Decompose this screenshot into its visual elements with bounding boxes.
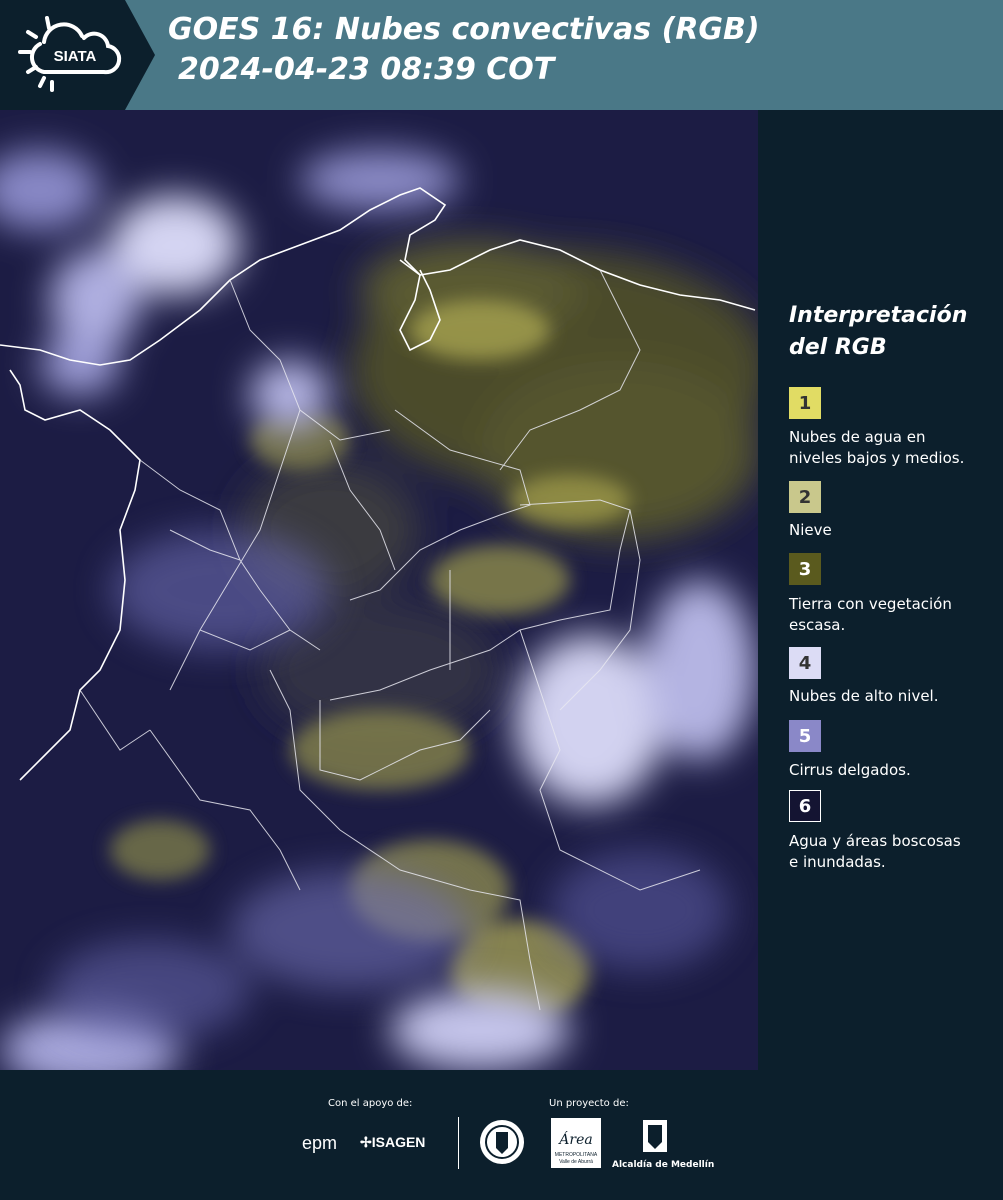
legend-label-1-line1: Nubes de agua en [789,428,926,446]
isagen-icon: ✢ [360,1134,372,1150]
legend-label-3: Tierra con vegetación escasa. [789,594,989,636]
legend-label-2: Nieve [789,520,989,541]
header-bar: SIATA GOES 16: Nubes convectivas (RGB) 2… [0,0,1003,110]
legend-swatch-5: 5 [789,720,821,752]
area-logo-word: Área [557,1130,592,1148]
legend-swatch-2: 2 [789,481,821,513]
legend-title-line1: Interpretación [789,303,968,328]
legend-swatch-4: 4 [789,647,821,679]
isagen-label: ISAGEN [371,1134,426,1150]
legend-label-3-line2: escasa. [789,616,846,634]
page-title: GOES 16: Nubes convectivas (RGB) [168,12,760,47]
legend-label-5: Cirrus delgados. [789,760,989,781]
footer-divider [458,1117,459,1169]
isagen-logo: ✢ISAGEN [360,1134,425,1151]
legend-label-3-line1: Tierra con vegetación [789,595,952,613]
legend-swatch-1: 1 [789,387,821,419]
legend-label-2-line1: Nieve [789,521,832,539]
legend-swatch-6: 6 [789,790,821,822]
support-label: Con el apoyo de: [328,1098,413,1109]
footer: Con el apoyo de: Un proyecto de: epm ✢IS… [0,1070,1003,1200]
legend-label-4-line1: Nubes de alto nivel. [789,687,939,705]
page-timestamp: 2024-04-23 08:39 COT [178,52,555,87]
legend-label-5-line1: Cirrus delgados. [789,761,911,779]
area-logo-line1: METROPOLITANA [555,1152,598,1158]
project-label: Un proyecto de: [549,1098,629,1109]
logo-text: SIATA [54,48,97,65]
area-logo-line2: Valle de Aburrá [559,1159,593,1165]
alcaldia-shield-icon [641,1118,669,1154]
satellite-map [0,110,770,1090]
legend-panel: Interpretación del RGB 1 Nubes de agua e… [758,110,1003,1070]
legend-label-4: Nubes de alto nivel. [789,686,989,707]
area-metropolitana-logo: Área METROPOLITANA Valle de Aburrá [551,1118,601,1168]
siata-logo: SIATA [0,0,155,110]
legend-label-1: Nubes de agua en niveles bajos y medios. [789,427,989,469]
epm-logo: epm [302,1133,338,1153]
legend-label-1-line2: niveles bajos y medios. [789,449,965,467]
legend-swatch-3: 3 [789,553,821,585]
legend-label-6-line1: Agua y áreas boscosas [789,832,961,850]
legend-label-6-line2: e inundadas. [789,853,886,871]
alcaldia-label: Alcaldía de Medellín [612,1160,715,1170]
legend-title-line2: del RGB [789,335,887,360]
legend-label-6: Agua y áreas boscosas e inundadas. [789,831,989,873]
legend-title: Interpretación del RGB [789,300,967,364]
medellin-seal-icon [478,1118,526,1166]
